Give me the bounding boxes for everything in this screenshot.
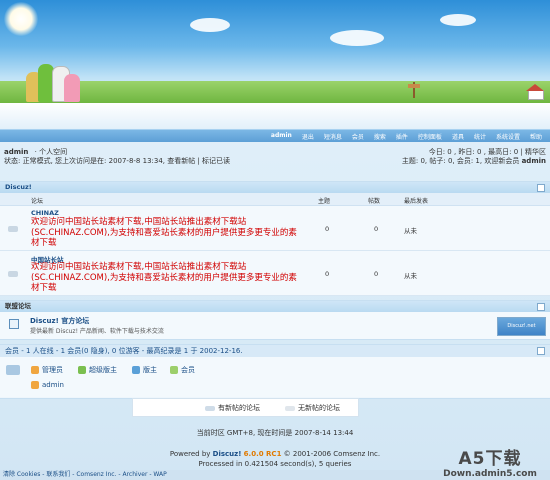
admin-icon bbox=[31, 366, 39, 374]
forum-status-icon bbox=[8, 226, 18, 232]
links-header: 联盟论坛 bbox=[0, 301, 550, 312]
forum-legend: 有新帖的论坛 无新帖的论坛 bbox=[132, 398, 359, 417]
menu-messages[interactable]: 短消息 bbox=[324, 132, 342, 141]
collapse-icon[interactable] bbox=[537, 347, 545, 355]
discuz-link[interactable]: Discuz! bbox=[213, 450, 242, 458]
newest-member-link[interactable]: admin bbox=[522, 157, 546, 165]
menu-search[interactable]: 搜索 bbox=[374, 132, 386, 141]
super-moderator-icon bbox=[78, 366, 86, 374]
menu-settings[interactable]: 系统设置 bbox=[496, 132, 520, 141]
status-bar: admin · 个人空间 状态: 正常模式, 您上次访问是在: 2007-8-8… bbox=[4, 145, 546, 170]
collapse-icon[interactable] bbox=[537, 184, 545, 192]
forum-row: CHINAZ 欢迎访问中国站长站素材下载,中国站长站推出素材下载站(SC.CHI… bbox=[0, 206, 550, 251]
post-stats-today: 今日: 0 , 昨日: 0 , 最高日: 0 | 精华区 bbox=[428, 148, 546, 156]
online-panel: 会员 - 1 人在线 - 1 会员(0 隐身), 0 位游客 - 最高纪录是 1… bbox=[0, 344, 550, 399]
member-icon bbox=[170, 366, 178, 374]
signpost-graphic bbox=[408, 82, 420, 98]
legend-none: 无新帖的论坛 bbox=[285, 403, 340, 413]
role-admin: 管理员 bbox=[31, 365, 63, 375]
header-banner bbox=[0, 0, 550, 103]
col-forum: 论坛 bbox=[31, 198, 44, 205]
menu-stats[interactable]: 统计 bbox=[474, 132, 486, 141]
col-threads: 主题 bbox=[318, 198, 331, 205]
menu-help[interactable]: 帮助 bbox=[530, 132, 542, 141]
online-summary[interactable]: 会员 - 1 人在线 - 1 会员(0 隐身), 0 位游客 - 最高纪录是 1… bbox=[5, 347, 243, 355]
main-menu: admin 退出 短消息 会员 搜索 插件 控制面板 道具 统计 系统设置 帮助 bbox=[0, 129, 550, 142]
menu-members[interactable]: 会员 bbox=[352, 132, 364, 141]
cloud-graphic bbox=[330, 30, 384, 46]
collapse-icon[interactable] bbox=[537, 303, 545, 311]
forum-post-count: 0 bbox=[374, 225, 379, 233]
copyright: © 2001-2006 Comsenz Inc. bbox=[283, 450, 381, 458]
cloud-graphic bbox=[190, 18, 230, 32]
forum-category-panel: Discuz! 论坛 主题 帖数 最后发表 CHINAZ 欢迎访问中国站长站素材… bbox=[0, 181, 550, 296]
link-site-name[interactable]: Discuz! 官方论坛 bbox=[30, 316, 89, 326]
forum-table-header: 论坛 主题 帖数 最后发表 bbox=[0, 193, 550, 206]
link-logo[interactable]: Discuz!.net bbox=[497, 317, 546, 336]
forum-last-post: 从未 bbox=[404, 227, 417, 235]
cloud-graphic bbox=[440, 14, 476, 26]
no-new-posts-icon bbox=[285, 405, 295, 411]
link-row: Discuz! 官方论坛 提供最新 Discuz! 产品新闻、软件下载与技术交流… bbox=[0, 312, 550, 339]
grass-graphic bbox=[0, 81, 550, 103]
role-super-mod: 超级版主 bbox=[78, 365, 117, 375]
username[interactable]: admin bbox=[4, 148, 28, 156]
forum-last-post: 从未 bbox=[404, 272, 417, 280]
forum-thread-count: 0 bbox=[325, 225, 330, 233]
top-nav-strip bbox=[0, 103, 550, 129]
server-time: 当前时区 GMT+8, 现在时间是 2007-8-14 13:44 bbox=[196, 429, 354, 437]
role-mod: 版主 bbox=[132, 365, 157, 375]
online-list-icon bbox=[6, 365, 20, 375]
personal-space-link[interactable]: · 个人空间 bbox=[35, 148, 67, 156]
menu-logout[interactable]: 退出 bbox=[302, 132, 314, 141]
forum-thread-count: 0 bbox=[325, 270, 330, 278]
role-member: 会员 bbox=[170, 365, 195, 375]
forum-description: 欢迎访问中国站长站素材下载,中国站长站推出素材下载站(SC.CHINAZ.COM… bbox=[31, 217, 297, 248]
menu-control-panel[interactable]: 控制面板 bbox=[418, 132, 442, 141]
forum-name-link[interactable]: CHINAZ bbox=[31, 209, 59, 217]
category-title[interactable]: Discuz! bbox=[5, 183, 32, 191]
online-user[interactable]: admin bbox=[31, 381, 64, 389]
forum-post-count: 0 bbox=[374, 270, 379, 278]
menu-plugins[interactable]: 插件 bbox=[396, 132, 408, 141]
forum-stats: 主题: 0, 帖子: 0, 会员: 1, 欢迎新会员 bbox=[401, 157, 520, 165]
sun-graphic bbox=[4, 2, 38, 36]
people-graphic bbox=[26, 58, 80, 102]
admin-icon bbox=[31, 381, 39, 389]
new-posts-icon bbox=[205, 405, 215, 411]
forum-status-icon bbox=[8, 271, 18, 277]
watermark: A5下载 Down.admin5.com bbox=[443, 449, 537, 479]
menu-user[interactable]: admin bbox=[271, 132, 292, 141]
col-posts: 帖数 bbox=[368, 198, 381, 205]
links-panel: 联盟论坛 Discuz! 官方论坛 提供最新 Discuz! 产品新闻、软件下载… bbox=[0, 300, 550, 340]
legend-new: 有新帖的论坛 bbox=[205, 403, 260, 413]
forum-row: 中国站长站 欢迎访问中国站长站素材下载,中国站长站推出素材下载站(SC.CHIN… bbox=[0, 251, 550, 296]
forum-description: 欢迎访问中国站长站素材下载,中国站长站推出素材下载站(SC.CHINAZ.COM… bbox=[31, 262, 297, 293]
category-header: Discuz! bbox=[0, 182, 550, 193]
status-line: 状态: 正常模式, 您上次访问是在: 2007-8-8 13:34, 查看新帖 … bbox=[4, 157, 231, 165]
online-body: 管理员 超级版主 版主 会员 admin bbox=[0, 357, 550, 397]
col-lastpost: 最后发表 bbox=[404, 198, 429, 205]
online-header: 会员 - 1 人在线 - 1 会员(0 隐身), 0 位游客 - 最高纪录是 1… bbox=[0, 345, 550, 357]
menu-tools[interactable]: 道具 bbox=[452, 132, 464, 141]
links-title: 联盟论坛 bbox=[5, 302, 31, 310]
moderator-icon bbox=[132, 366, 140, 374]
version-label: 6.0.0 RC1 bbox=[243, 450, 282, 458]
home-icon bbox=[9, 319, 19, 329]
house-graphic bbox=[526, 84, 544, 100]
link-site-desc: 提供最新 Discuz! 产品新闻、软件下载与技术交流 bbox=[30, 328, 164, 335]
